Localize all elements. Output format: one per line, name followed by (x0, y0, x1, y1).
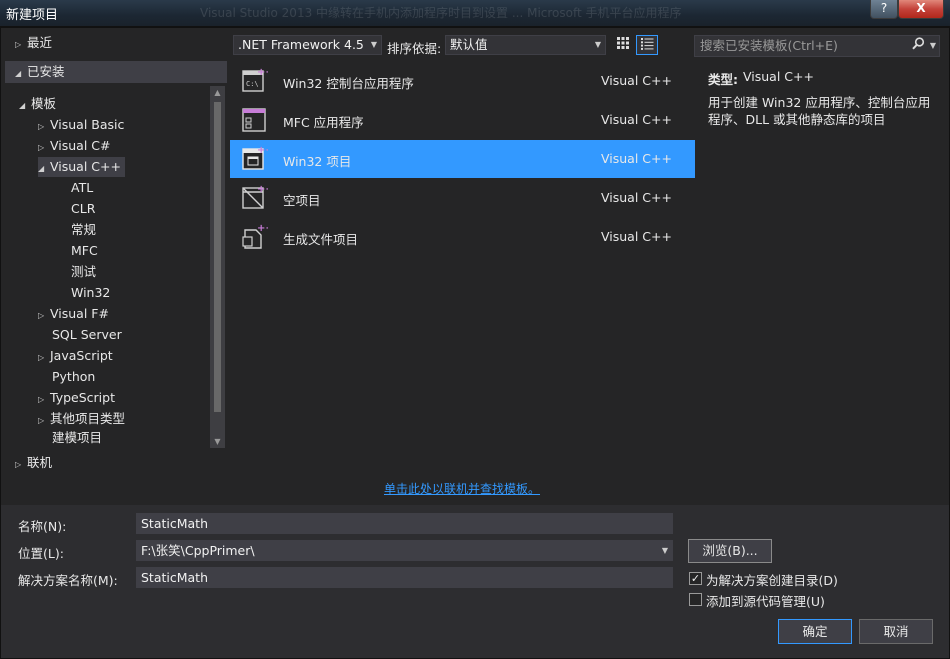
template-item-makefile-project[interactable]: ++ 生成文件项目 Visual C++ (230, 218, 695, 256)
svg-text:++: ++ (257, 223, 268, 234)
chevron-down-icon[interactable]: ▼ (930, 36, 936, 56)
expand-arrow-icon: ▷ (38, 143, 45, 152)
template-item-win32-project[interactable]: ++ Win32 项目 Visual C++ (230, 140, 695, 178)
expand-arrow-icon: ▷ (15, 460, 22, 469)
tree-item-sql-server[interactable]: SQL Server (52, 325, 122, 345)
source-control-label: 添加到源代码管理(U) (706, 594, 825, 609)
template-language: Visual C++ (601, 151, 672, 166)
template-item-empty-project[interactable]: ++ 空项目 Visual C++ (230, 179, 695, 217)
chevron-down-icon[interactable]: ▼ (662, 541, 668, 560)
title-bar: 新建项目 Visual Studio 2013 中缘转在手机内添加程序时目到设置… (0, 0, 950, 27)
scroll-up-icon[interactable]: ▲ (210, 88, 225, 97)
tree-item-visual-basic[interactable]: ▷ Visual Basic (38, 115, 124, 135)
list-view-button[interactable] (636, 35, 658, 55)
sort-label: 排序依据: (387, 41, 442, 56)
tree-item-other-project-types[interactable]: ▷ 其他项目类型 (38, 409, 125, 429)
tree-item-typescript[interactable]: ▷ TypeScript (38, 388, 115, 408)
tree-item-atl[interactable]: ATL (71, 178, 93, 198)
collapse-arrow-icon: ◢ (38, 164, 45, 173)
tree-item-installed-label[interactable]: ◢ 已安装 (15, 62, 65, 82)
tree-item-visual-csharp[interactable]: ▷ Visual C# (38, 136, 111, 156)
collapse-arrow-icon: ◢ (19, 101, 26, 110)
template-name: Win32 控制台应用程序 (283, 76, 414, 91)
location-combobox[interactable]: F:\张笑\CppPrimer\ ▼ (136, 540, 673, 561)
window-title: 新建项目 (6, 8, 59, 23)
expand-arrow-icon: ▷ (38, 416, 45, 425)
tree-item-templates[interactable]: ◢ 模板 (19, 94, 56, 114)
expand-arrow-icon: ▷ (38, 395, 45, 404)
template-name: MFC 应用程序 (283, 115, 364, 130)
tree-item-general[interactable]: 常规 (71, 220, 96, 240)
tree-item-mfc[interactable]: MFC (71, 241, 98, 261)
console-app-icon: C:\ ++ (242, 67, 268, 92)
cancel-button[interactable]: 取消 (859, 619, 933, 644)
expand-arrow-icon: ▷ (38, 311, 45, 320)
create-directory-label: 为解决方案创建目录(D) (706, 573, 838, 588)
empty-project-icon: ++ (242, 184, 268, 209)
tree-item-javascript[interactable]: ▷ JavaScript (38, 346, 113, 366)
source-control-checkbox[interactable] (689, 593, 702, 606)
collapse-arrow-icon: ◢ (15, 69, 22, 78)
tree-item-modeling-projects[interactable]: 建模项目 (52, 430, 102, 444)
makefile-project-icon: ++ (242, 223, 268, 249)
location-label: 位置(L): (18, 546, 64, 561)
win32-project-icon: ++ (242, 145, 268, 170)
grid-icon (617, 37, 629, 49)
description-type-value: Visual C++ (743, 69, 814, 84)
description-text: 用于创建 Win32 应用程序、控制台应用程序、DLL 或其他静态库的项目 (708, 95, 931, 127)
list-icon (640, 38, 653, 50)
solution-name-label: 解决方案名称(M): (18, 573, 118, 588)
template-item-win32-console[interactable]: C:\ ++ Win32 控制台应用程序 Visual C++ (230, 62, 695, 100)
tree-item-visual-cpp[interactable]: ◢ Visual C++ (38, 157, 125, 177)
ok-button[interactable]: 确定 (778, 619, 852, 644)
close-button[interactable]: X (898, 0, 944, 19)
sort-select[interactable]: 默认值 ▼ (445, 35, 606, 55)
tree-item-visual-fsharp[interactable]: ▷ Visual F# (38, 304, 109, 324)
template-item-mfc-app[interactable]: MFC 应用程序 Visual C++ (230, 101, 695, 139)
tree-scrollbar[interactable]: ▲ ▼ (210, 86, 225, 448)
svg-text:C:\: C:\ (246, 80, 259, 88)
template-language: Visual C++ (601, 190, 672, 205)
tree-item-win32[interactable]: Win32 (71, 283, 110, 303)
scroll-thumb[interactable] (214, 102, 221, 412)
search-input[interactable]: 搜索已安装模板(Ctrl+E) ▼ (694, 35, 940, 57)
project-name-input[interactable]: StaticMath (136, 513, 673, 534)
template-language: Visual C++ (601, 112, 672, 127)
create-directory-checkbox[interactable]: ✓ (689, 572, 702, 585)
browse-button[interactable]: 浏览(B)... (688, 539, 772, 563)
template-name: 空项目 (283, 193, 321, 208)
template-name: Win32 项目 (283, 154, 352, 169)
chevron-down-icon: ▼ (594, 40, 601, 49)
search-icon[interactable] (912, 36, 925, 56)
template-language: Visual C++ (601, 229, 672, 244)
svg-text:++: ++ (257, 67, 268, 78)
help-button[interactable]: ? (870, 0, 898, 19)
tree-item-recent[interactable]: ▷ 最近 (15, 33, 52, 53)
expand-arrow-icon: ▷ (38, 122, 45, 131)
scroll-down-icon[interactable]: ▼ (210, 437, 225, 446)
tree-item-python[interactable]: Python (52, 367, 95, 387)
svg-text:++: ++ (257, 145, 268, 156)
framework-select[interactable]: .NET Framework 4.5 ▼ (233, 35, 382, 55)
solution-name-input[interactable]: StaticMath (136, 567, 673, 588)
tree-item-online[interactable]: ▷ 联机 (15, 453, 52, 473)
svg-text:++: ++ (257, 184, 268, 195)
mfc-app-icon (242, 108, 266, 132)
expand-arrow-icon: ▷ (38, 353, 45, 362)
online-templates-link[interactable]: 单击此处以联机并查找模板。 (384, 480, 540, 497)
small-icons-view-button[interactable] (612, 35, 634, 55)
name-label: 名称(N): (18, 519, 67, 534)
description-type-label: 类型: (708, 72, 738, 87)
template-name: 生成文件项目 (283, 232, 359, 247)
tree-item-clr[interactable]: CLR (71, 199, 95, 219)
expand-arrow-icon: ▷ (15, 40, 22, 49)
chevron-down-icon: ▼ (370, 40, 377, 49)
template-language: Visual C++ (601, 73, 672, 88)
tree-item-test[interactable]: 测试 (71, 262, 96, 282)
background-window-text: Visual Studio 2013 中缘转在手机内添加程序时目到设置 ... … (200, 6, 682, 20)
